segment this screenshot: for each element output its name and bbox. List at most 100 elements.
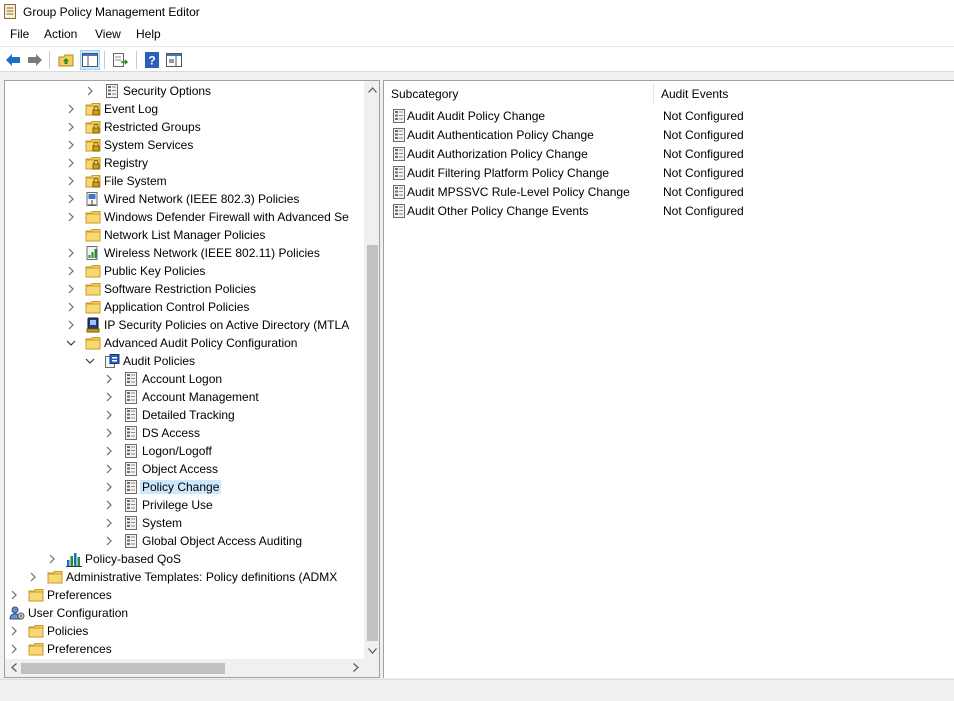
chevron-right-icon[interactable] (103, 481, 115, 493)
chevron-right-icon[interactable] (8, 625, 20, 637)
tree-vertical-scrollbar[interactable] (364, 81, 379, 659)
tree-item-ds-access[interactable]: DS Access (5, 424, 364, 442)
details-list[interactable]: Subcategory Audit Events Audit Audit Pol… (383, 80, 954, 678)
list-row-audit-audit-policy-change[interactable]: Audit Audit Policy Change Not Configured (384, 106, 954, 125)
tree-item-audit-policies[interactable]: Audit Policies (5, 352, 364, 370)
list-row-audit-filtering-platform-policy-change[interactable]: Audit Filtering Platform Policy Change No… (384, 163, 954, 182)
tree-item-preferences[interactable]: Preferences (5, 640, 364, 658)
menu-file[interactable]: File (9, 27, 30, 41)
console-tree[interactable]: Security Options Event Log Restricted Grou… (4, 80, 380, 678)
chevron-right-icon[interactable] (103, 445, 115, 457)
menu-action[interactable]: Action (43, 27, 78, 41)
policy-doc-icon (123, 497, 139, 513)
tree-horizontal-scrollbar[interactable] (5, 659, 364, 677)
chevron-right-icon[interactable] (103, 463, 115, 475)
chevron-right-icon[interactable] (27, 571, 39, 583)
list-row-audit-authorization-policy-change[interactable]: Audit Authorization Policy Change Not Con… (384, 144, 954, 163)
show-action-pane-button[interactable] (164, 50, 184, 70)
chevron-right-icon[interactable] (65, 157, 77, 169)
tree-item-network-list-manager-policies[interactable]: Network List Manager Policies (5, 226, 364, 244)
chevron-right-icon[interactable] (65, 139, 77, 151)
chevron-right-icon[interactable] (103, 427, 115, 439)
scroll-left-arrow[interactable] (5, 659, 22, 676)
up-one-level-button[interactable] (56, 50, 76, 70)
tree-item-administrative-templates-policy-definitions-admx[interactable]: Administrative Templates: Policy definit… (5, 568, 364, 586)
chevron-right-icon[interactable] (103, 535, 115, 547)
list-row-audit-other-policy-change-events[interactable]: Audit Other Policy Change Events Not Conf… (384, 201, 954, 220)
tree-item-system-services[interactable]: System Services (5, 136, 364, 154)
tree-item-ip-security-policies-on-active-directory-mtla[interactable]: IP Security Policies on Active Directory… (5, 316, 364, 334)
menu-help[interactable]: Help (135, 27, 162, 41)
chevron-down-icon[interactable] (84, 355, 96, 367)
scroll-down-arrow[interactable] (364, 642, 379, 659)
tree-item-object-access[interactable]: Object Access (5, 460, 364, 478)
chevron-right-icon[interactable] (65, 121, 77, 133)
folder-icon (28, 623, 44, 639)
column-header-audit-events[interactable]: Audit Events (654, 81, 954, 105)
scroll-up-arrow[interactable] (364, 81, 379, 98)
tree-item-public-key-policies[interactable]: Public Key Policies (5, 262, 364, 280)
folder-lock-icon (85, 119, 101, 135)
chevron-down-icon[interactable] (65, 337, 77, 349)
tree-item-wireless-network-ieee-802-11-policies[interactable]: Wireless Network (IEEE 802.11) Policies (5, 244, 364, 262)
menu-view[interactable]: View (94, 27, 122, 41)
ip-security-icon (85, 317, 101, 333)
help-button[interactable]: ? (142, 50, 162, 70)
tree-item-registry[interactable]: Registry (5, 154, 364, 172)
list-row-audit-authentication-policy-change[interactable]: Audit Authentication Policy Change Not Co… (384, 125, 954, 144)
tree-item-global-object-access-auditing[interactable]: Global Object Access Auditing (5, 532, 364, 550)
tree-item-privilege-use[interactable]: Privilege Use (5, 496, 364, 514)
scroll-right-arrow[interactable] (347, 659, 364, 676)
tree-item-policies[interactable]: Policies (5, 622, 364, 640)
tree-item-software-restriction-policies[interactable]: Software Restriction Policies (5, 280, 364, 298)
export-list-button[interactable] (110, 50, 130, 70)
chevron-right-icon[interactable] (103, 499, 115, 511)
tree-item-advanced-audit-policy-configuration[interactable]: Advanced Audit Policy Configuration (5, 334, 364, 352)
back-button[interactable] (3, 50, 23, 70)
show-hide-console-tree-button[interactable] (80, 50, 100, 70)
tree-item-logon-logoff[interactable]: Logon/Logoff (5, 442, 364, 460)
chevron-right-icon[interactable] (65, 247, 77, 259)
chevron-right-icon[interactable] (65, 193, 77, 205)
tree-item-application-control-policies[interactable]: Application Control Policies (5, 298, 364, 316)
tree-item-account-logon[interactable]: Account Logon (5, 370, 364, 388)
policy-setting-icon (391, 184, 407, 200)
tree-item-event-log[interactable]: Event Log (5, 100, 364, 118)
forward-button[interactable] (25, 50, 45, 70)
chevron-right-icon[interactable] (65, 103, 77, 115)
tree-item-file-system[interactable]: File System (5, 172, 364, 190)
policy-doc-icon (123, 443, 139, 459)
chevron-right-icon[interactable] (65, 319, 77, 331)
chevron-right-icon[interactable] (65, 175, 77, 187)
chevron-right-icon[interactable] (103, 373, 115, 385)
tree-item-account-management[interactable]: Account Management (5, 388, 364, 406)
chevron-right-icon[interactable] (103, 409, 115, 421)
chevron-right-icon[interactable] (65, 211, 77, 223)
tree-item-policy-based-qos[interactable]: Policy-based QoS (5, 550, 364, 568)
list-row-audit-mpssvc-rule-level-policy-change[interactable]: Audit MPSSVC Rule-Level Policy Change Not… (384, 182, 954, 201)
tree-item-preferences[interactable]: Preferences (5, 586, 364, 604)
policy-doc-icon (123, 407, 139, 423)
chevron-right-icon[interactable] (103, 391, 115, 403)
tree-item-user-configuration[interactable]: User Configuration (5, 604, 364, 622)
chevron-right-icon[interactable] (65, 301, 77, 313)
tree-item-system[interactable]: System (5, 514, 364, 532)
tree-item-wired-network-ieee-802-3-policies[interactable]: Wired Network (IEEE 802.3) Policies (5, 190, 364, 208)
tree-item-restricted-groups[interactable]: Restricted Groups (5, 118, 364, 136)
chevron-right-icon[interactable] (8, 589, 20, 601)
subcategory-name: Audit Authorization Policy Change (407, 147, 588, 161)
horizontal-scroll-thumb[interactable] (21, 663, 225, 674)
tree-item-policy-change[interactable]: Policy Change (5, 478, 364, 496)
chevron-right-icon[interactable] (103, 517, 115, 529)
tree-item-label: System (142, 516, 183, 530)
tree-item-security-options[interactable]: Security Options (5, 82, 364, 100)
tree-item-detailed-tracking[interactable]: Detailed Tracking (5, 406, 364, 424)
chevron-right-icon[interactable] (65, 265, 77, 277)
column-header-subcategory[interactable]: Subcategory (384, 81, 653, 105)
chevron-right-icon[interactable] (84, 85, 96, 97)
chevron-right-icon[interactable] (8, 643, 20, 655)
chevron-right-icon[interactable] (65, 283, 77, 295)
chevron-right-icon[interactable] (46, 553, 58, 565)
tree-item-windows-defender-firewall-with-advanced-se[interactable]: Windows Defender Firewall with Advanced … (5, 208, 364, 226)
vertical-scroll-thumb[interactable] (367, 245, 378, 641)
